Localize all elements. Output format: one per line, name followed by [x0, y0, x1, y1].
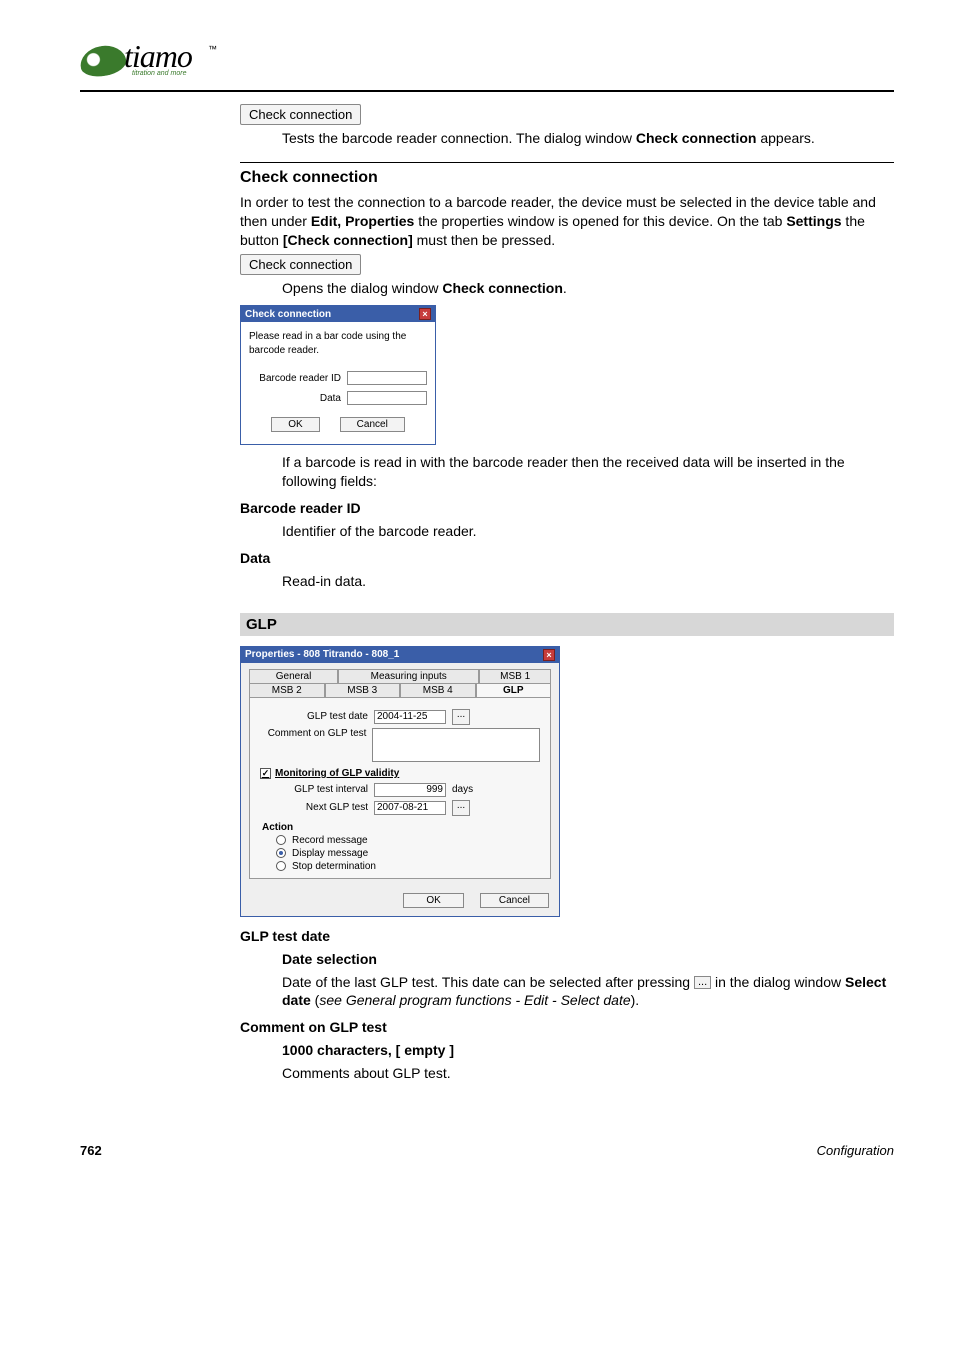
glp-interval-label: GLP test interval — [260, 784, 368, 795]
divider-1 — [240, 162, 894, 163]
ok-button[interactable]: OK — [403, 893, 463, 908]
term-data-desc: Read-in data. — [282, 572, 894, 591]
action-stop-determination-label: Stop determination — [292, 861, 376, 872]
monitoring-glp-label: Monitoring of GLP validity — [275, 768, 399, 779]
tab-measuring-inputs[interactable]: Measuring inputs — [338, 669, 479, 683]
brand-logo-tm: ™ — [208, 44, 217, 54]
properties-dialog-title: Properties - 808 Titrando - 808_1 — [245, 649, 399, 660]
monitoring-glp-checkbox[interactable]: ✓ — [260, 768, 271, 779]
glp-interval-unit: days — [452, 784, 473, 795]
next-glp-label: Next GLP test — [260, 802, 368, 813]
check-connection-paragraph: In order to test the connection to a bar… — [240, 193, 894, 250]
data-field[interactable] — [347, 391, 427, 405]
check-connection-button-image-1: Check connection — [240, 104, 361, 125]
barcode-reader-id-field[interactable] — [347, 371, 427, 385]
top-rule — [80, 90, 894, 92]
action-record-message-radio[interactable] — [276, 835, 286, 845]
tab-msb3[interactable]: MSB 3 — [325, 683, 401, 697]
footer-section: Configuration — [817, 1143, 894, 1158]
glp-test-date-field[interactable]: 2004-11-25 — [374, 710, 446, 724]
check-connection-dialog: Check connection × Please read in a bar … — [240, 305, 436, 445]
check-connection-desc-1: Tests the barcode reader connection. The… — [282, 129, 894, 148]
ok-button[interactable]: OK — [271, 417, 319, 432]
after-dialog-text: If a barcode is read in with the barcode… — [282, 453, 894, 491]
ellipsis-button-icon: ... — [694, 976, 711, 989]
brand-logo-sub: titration and more — [132, 70, 186, 77]
glp-interval-field[interactable]: 999 — [374, 783, 446, 797]
tab-msb2[interactable]: MSB 2 — [249, 683, 325, 697]
close-icon[interactable]: × — [419, 308, 431, 320]
def-date-selection: Date selection — [282, 950, 894, 969]
comment-glp-label: Comment on GLP test — [260, 728, 366, 739]
tab-msb4[interactable]: MSB 4 — [400, 683, 476, 697]
check-connection-button-image-2: Check connection — [240, 254, 361, 275]
tab-glp[interactable]: GLP — [476, 683, 552, 697]
check-connection-dialog-msg: Please read in a bar code using the barc… — [249, 330, 427, 357]
glp-test-date-picker-button[interactable]: ... — [452, 709, 470, 725]
def-comment-glp-desc: Comments about GLP test. — [282, 1064, 894, 1083]
page-number: 762 — [80, 1143, 102, 1158]
opens-dialog-text: Opens the dialog window Check connection… — [282, 279, 894, 298]
term-barcode-reader-id-desc: Identifier of the barcode reader. — [282, 522, 894, 541]
comment-glp-field[interactable] — [372, 728, 540, 762]
brand-logo: tiamo ™ titration and more — [80, 40, 220, 84]
term-barcode-reader-id: Barcode reader ID — [240, 499, 894, 518]
section-band-glp: GLP — [240, 613, 894, 636]
def-comment-glp: Comment on GLP test — [240, 1018, 894, 1037]
properties-dialog: Properties - 808 Titrando - 808_1 × Gene… — [240, 646, 560, 917]
def-glp-test-date-body: Date of the last GLP test. This date can… — [282, 973, 894, 1011]
cancel-button[interactable]: Cancel — [340, 417, 405, 432]
check-connection-dialog-title: Check connection — [245, 309, 331, 320]
cancel-button[interactable]: Cancel — [480, 893, 549, 908]
action-display-message-label: Display message — [292, 848, 368, 859]
glp-test-date-label: GLP test date — [260, 711, 368, 722]
def-comment-glp-sub: 1000 characters, [ empty ] — [282, 1041, 894, 1060]
action-group-title: Action — [262, 822, 540, 833]
data-label: Data — [320, 393, 341, 404]
next-glp-picker-button[interactable]: ... — [452, 800, 470, 816]
tab-msb1[interactable]: MSB 1 — [479, 669, 551, 683]
action-record-message-label: Record message — [292, 835, 368, 846]
action-display-message-radio[interactable] — [276, 848, 286, 858]
action-stop-determination-radio[interactable] — [276, 861, 286, 871]
next-glp-field[interactable]: 2007-08-21 — [374, 801, 446, 815]
close-icon[interactable]: × — [543, 649, 555, 661]
tab-general[interactable]: General — [249, 669, 338, 683]
def-glp-test-date: GLP test date — [240, 927, 894, 946]
term-data: Data — [240, 549, 894, 568]
barcode-reader-id-label: Barcode reader ID — [259, 373, 341, 384]
section-title-check-connection: Check connection — [240, 169, 894, 187]
